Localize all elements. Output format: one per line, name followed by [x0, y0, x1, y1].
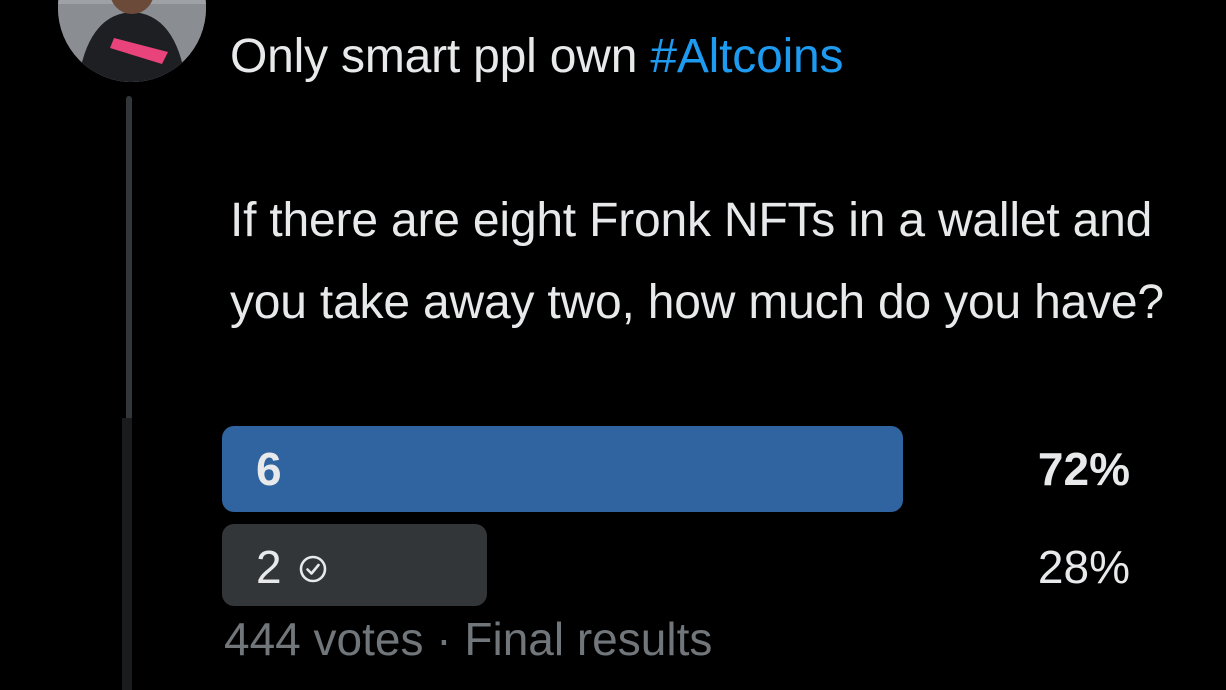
poll-status: Final results — [464, 613, 713, 665]
poll-option-text: 2 — [256, 541, 282, 593]
poll-option-text: 6 — [256, 443, 282, 495]
poll-bar-winner — [222, 426, 903, 512]
thread-line-shadow — [122, 418, 132, 690]
poll-option-2: 2 28% — [222, 524, 1142, 610]
poll-option-label: 6 — [256, 426, 282, 512]
avatar-image — [58, 0, 206, 82]
poll: 6 72% 2 28% — [222, 426, 1142, 622]
tweet-text: Only smart ppl own #Altcoins If there ar… — [230, 16, 1220, 344]
tweet-question: If there are eight Fronk NFTs in a walle… — [230, 194, 1164, 329]
hashtag-link[interactable]: #Altcoins — [650, 30, 843, 83]
poll-option-label: 2 — [256, 524, 328, 610]
tweet-first-line: Only smart ppl own #Altcoins — [230, 16, 1220, 98]
poll-vote-count: 444 votes — [224, 613, 424, 665]
tweet-intro-text: Only smart ppl own — [230, 30, 651, 83]
poll-option-percent: 28% — [1037, 541, 1130, 593]
check-circle-icon — [298, 554, 328, 584]
poll-option-1: 6 72% — [222, 426, 1142, 512]
avatar[interactable] — [58, 0, 206, 82]
poll-footer: 444 votes · Final results — [224, 612, 712, 666]
poll-separator: · — [436, 613, 452, 665]
poll-option-percent: 72% — [1037, 443, 1130, 495]
